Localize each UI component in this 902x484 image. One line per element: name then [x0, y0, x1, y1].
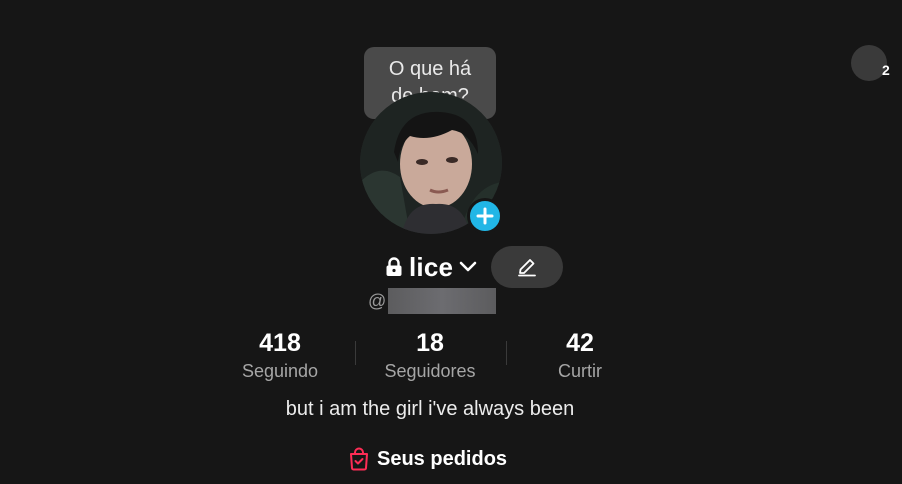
notification-count: 2 [882, 62, 890, 78]
stat-label: Seguidores [384, 361, 476, 381]
username-switcher[interactable]: lice [385, 248, 477, 286]
stat-value: 42 [566, 329, 594, 357]
add-story-button[interactable] [467, 198, 503, 234]
shopping-bag-icon [350, 447, 368, 471]
username: lice [409, 251, 454, 282]
stat-label: Curtir [558, 361, 602, 381]
profile-stats: 418 Seguindo 18 Seguidores 42 Curtir [205, 328, 655, 382]
plus-icon [476, 207, 494, 225]
orders-link[interactable]: Seus pedidos [348, 445, 507, 473]
orders-label: Seus pedidos [377, 447, 508, 470]
stat-following[interactable]: 418 Seguindo [205, 328, 355, 382]
handle-prefix: @ [368, 290, 387, 311]
chevron-down-icon [459, 261, 477, 272]
stats-divider [506, 341, 507, 365]
profile-bio: but i am the girl i've always been [285, 398, 575, 420]
stat-value: 418 [259, 329, 301, 357]
lock-icon [386, 257, 402, 276]
stat-followers[interactable]: 18 Seguidores [355, 328, 505, 382]
stat-value: 18 [416, 329, 444, 357]
stats-divider [355, 341, 356, 365]
pencil-icon [518, 259, 536, 277]
handle-redacted [388, 288, 497, 314]
edit-profile-button[interactable] [491, 246, 563, 288]
user-handle: @ [368, 287, 497, 315]
stat-label: Seguindo [241, 361, 319, 381]
stat-likes[interactable]: 42 Curtir [505, 328, 655, 382]
